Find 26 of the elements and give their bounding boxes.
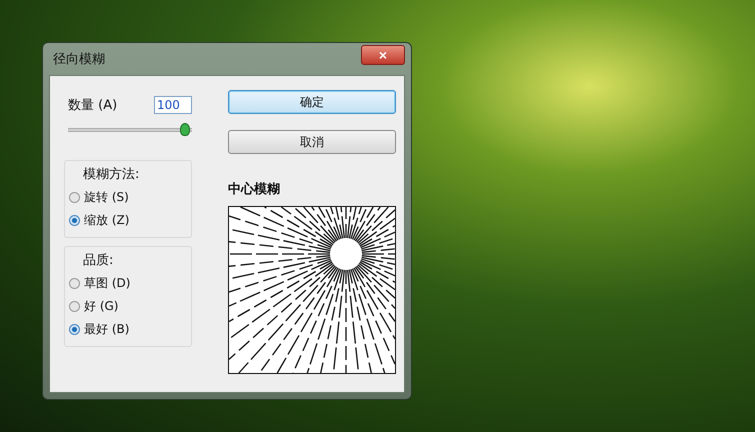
radio-option[interactable]: 最好 (B): [69, 321, 187, 338]
radio-option[interactable]: 好 (G): [69, 298, 187, 315]
radio-icon[interactable]: [69, 215, 80, 226]
amount-label: 数量 (A): [68, 97, 118, 114]
cancel-button[interactable]: 取消: [228, 130, 396, 154]
ok-button[interactable]: 确定: [228, 90, 396, 114]
group-title: 品质:: [82, 252, 114, 269]
radio-label: 草图 (D): [84, 275, 130, 292]
radio-label: 旋转 (S): [84, 189, 129, 206]
radio-icon[interactable]: [69, 192, 80, 203]
radio-icon[interactable]: [69, 301, 80, 312]
radio-label: 缩放 (Z): [84, 212, 130, 229]
radio-label: 最好 (B): [84, 321, 130, 338]
window-title: 径向模糊: [52, 51, 105, 68]
radio-label: 好 (G): [84, 298, 118, 315]
radio-option[interactable]: 旋转 (S): [69, 189, 187, 206]
preview-title: 中心模糊: [228, 180, 281, 198]
group-title: 模糊方法:: [82, 166, 140, 183]
slider-thumb[interactable]: [180, 123, 190, 136]
radio-icon[interactable]: [69, 324, 80, 335]
close-button[interactable]: ×: [361, 45, 405, 65]
radio-option[interactable]: 缩放 (Z): [69, 212, 187, 229]
radio-icon[interactable]: [69, 278, 80, 289]
radio-option[interactable]: 草图 (D): [69, 275, 187, 292]
amount-input[interactable]: 100: [154, 96, 192, 114]
radial-blur-preview[interactable]: [228, 206, 396, 374]
